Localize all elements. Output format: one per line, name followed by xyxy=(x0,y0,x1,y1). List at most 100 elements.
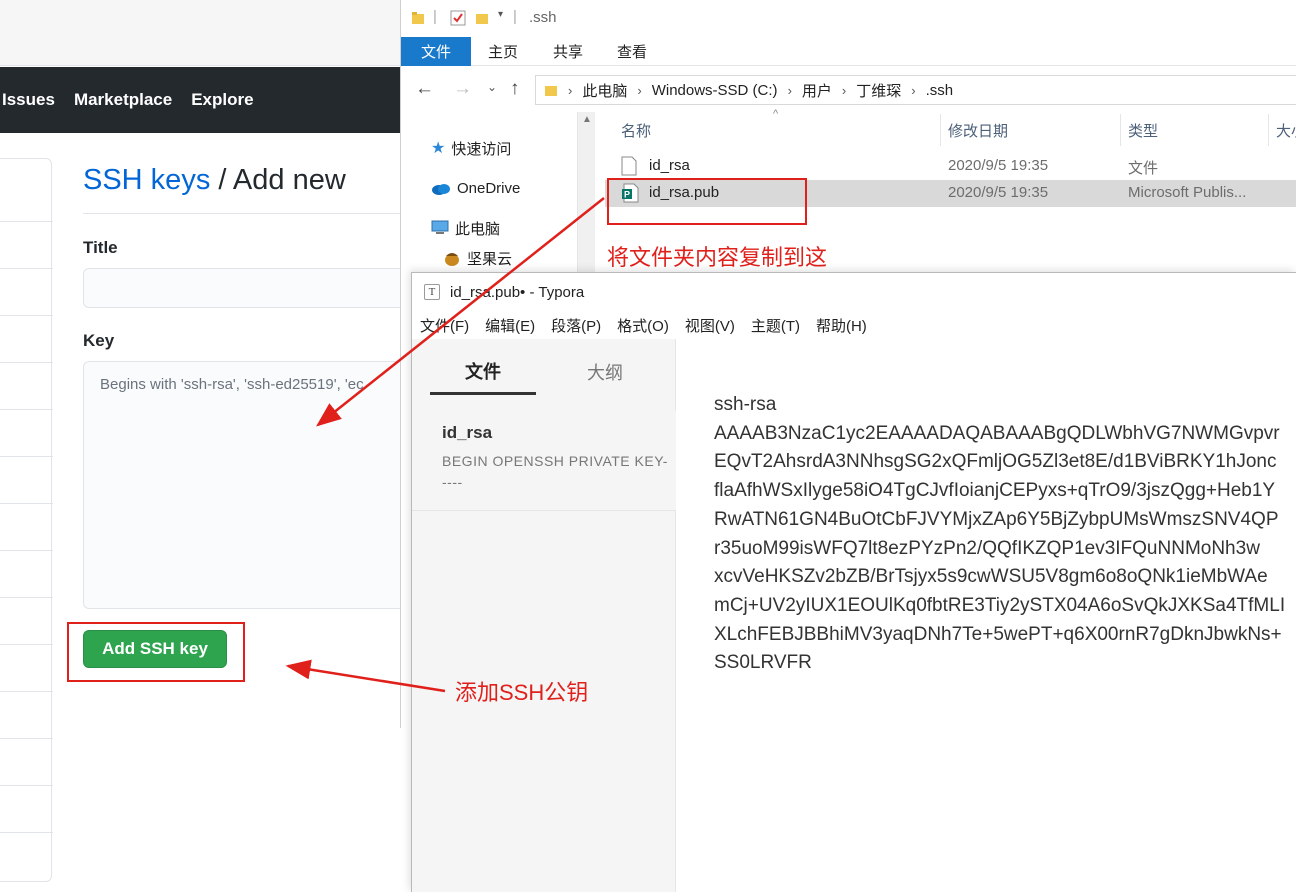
toolbar-divider: | xyxy=(513,8,517,25)
page-title: SSH keys / Add new xyxy=(83,164,346,197)
column-divider[interactable] xyxy=(1268,114,1269,146)
typora-menubar: 文件(F) 编辑(E) 段落(P) 格式(O) 视图(V) 主题(T) 帮助(H… xyxy=(412,311,1296,339)
sidebar-row[interactable] xyxy=(0,221,53,222)
typora-window: T id_rsa.pub• - Typora 文件(F) 编辑(E) 段落(P)… xyxy=(411,272,1296,892)
sidebar-file-preview: BEGIN OPENSSH PRIVATE KEY----- xyxy=(442,453,668,490)
menu-view[interactable]: 视图(V) xyxy=(685,315,735,336)
customize-dropdown-icon[interactable]: ▾ xyxy=(498,9,503,20)
file-type: Microsoft Publis... xyxy=(1128,184,1247,201)
menu-file[interactable]: 文件(F) xyxy=(420,315,469,336)
editor-content[interactable]: ssh-rsa AAAAB3NzaC1yc2EAAAADAQABAAABgQDL… xyxy=(714,391,1296,678)
menu-edit[interactable]: 编辑(E) xyxy=(485,315,535,336)
menu-help[interactable]: 帮助(H) xyxy=(816,315,867,336)
column-header-date[interactable]: 修改日期 xyxy=(948,120,1008,141)
nav-item-label: 坚果云 xyxy=(467,250,513,268)
folder-icon xyxy=(545,86,557,96)
address-bar[interactable]: › 此电脑 › Windows-SSD (C:) › 用户 › 丁维琛 › .s… xyxy=(535,75,1296,105)
title-separator: / xyxy=(210,164,233,196)
column-divider[interactable] xyxy=(940,114,941,146)
properties-icon[interactable] xyxy=(450,10,466,26)
chevron-right-icon[interactable]: › xyxy=(568,83,572,98)
key-placeholder: Begins with 'ssh-rsa', 'ssh-ed25519', 'e… xyxy=(100,376,364,393)
content-line: r35uoM99isWFQ7lt8ezPYzPn2/QQfIKZQP1ev3IF… xyxy=(714,537,1260,559)
sidebar-row[interactable] xyxy=(0,503,53,504)
sidebar-row[interactable] xyxy=(0,691,53,692)
menu-format[interactable]: 格式(O) xyxy=(617,315,669,336)
quick-access-toolbar: | ▾ | .ssh xyxy=(401,0,1296,37)
column-header-name[interactable]: 名称 xyxy=(621,120,651,141)
file-name: id_rsa xyxy=(649,157,690,174)
content-line: XLchFEBJBBhiMV3yaqDNh7Te+5wePT+q6X00rnR7… xyxy=(714,623,1282,645)
chevron-right-icon[interactable]: › xyxy=(788,83,792,98)
window-title-path: .ssh xyxy=(529,9,557,26)
sidebar-row[interactable] xyxy=(0,268,53,269)
typora-logo-icon: T xyxy=(424,284,440,300)
nav-quick-access[interactable]: ★ 快速访问 xyxy=(431,136,511,160)
sidebar-row[interactable] xyxy=(0,409,53,410)
new-folder-icon[interactable] xyxy=(475,11,489,25)
title-field-label: Title xyxy=(83,238,118,257)
nav-item-label: OneDrive xyxy=(457,179,521,197)
computer-icon xyxy=(431,220,449,234)
nav-issues-link[interactable]: Issues xyxy=(2,90,55,110)
browser-toolbar-strip xyxy=(0,0,400,66)
sidebar-row[interactable] xyxy=(0,362,53,363)
chevron-right-icon[interactable]: › xyxy=(637,83,641,98)
breadcrumb-this-pc[interactable]: 此电脑 xyxy=(582,80,627,101)
add-key-annotation: 添加SSH公钥 xyxy=(455,680,589,705)
sidebar-row[interactable] xyxy=(0,738,53,739)
sidebar-row[interactable] xyxy=(0,785,53,786)
menu-paragraph[interactable]: 段落(P) xyxy=(551,315,601,336)
up-icon[interactable]: ↑ xyxy=(510,78,520,100)
title-input[interactable] xyxy=(83,268,400,308)
folder-icon[interactable] xyxy=(411,11,425,25)
sidebar-row[interactable] xyxy=(0,456,53,457)
sidebar-tab-files[interactable]: 文件 xyxy=(430,349,536,395)
ssh-keys-breadcrumb-link[interactable]: SSH keys xyxy=(83,164,210,196)
content-line: mCj+UV2yIUX1EOUlKq0fbtRE3Tiy2ySTX04A6oSv… xyxy=(714,594,1286,616)
content-line: RwATN61GN4BuOtCbFJVYMjxZAp6Y5BjZybpUMsWm… xyxy=(714,508,1279,530)
breadcrumb-user[interactable]: 丁维琛 xyxy=(856,80,901,101)
ribbon-tab-share[interactable]: 共享 xyxy=(553,37,583,66)
sidebar-row[interactable] xyxy=(0,597,53,598)
sidebar-row[interactable] xyxy=(0,644,53,645)
breadcrumb-drive[interactable]: Windows-SSD (C:) xyxy=(652,82,778,99)
chevron-right-icon[interactable]: › xyxy=(842,83,846,98)
key-textarea[interactable]: Begins with 'ssh-rsa', 'ssh-ed25519', 'e… xyxy=(83,361,400,609)
file-row-id-rsa[interactable]: id_rsa 2020/9/5 19:35 文件 xyxy=(605,153,1296,180)
sidebar-row[interactable] xyxy=(0,550,53,551)
ribbon-tab-file[interactable]: 文件 xyxy=(401,37,471,66)
scroll-up-icon[interactable]: ▲ xyxy=(582,114,592,125)
recent-locations-icon[interactable]: ⌄ xyxy=(487,80,497,94)
breadcrumb-users[interactable]: 用户 xyxy=(802,80,832,101)
github-page: Issues Marketplace Explore SSH keys / Ad… xyxy=(0,0,400,892)
menu-theme[interactable]: 主题(T) xyxy=(751,315,800,336)
sidebar-file-item[interactable]: id_rsa BEGIN OPENSSH PRIVATE KEY----- xyxy=(412,411,676,511)
nav-onedrive[interactable]: OneDrive xyxy=(431,176,520,200)
ribbon-tabs: 文件 主页 共享 查看 xyxy=(401,37,1296,66)
typora-titlebar: T id_rsa.pub• - Typora xyxy=(412,273,1296,311)
nav-marketplace-link[interactable]: Marketplace xyxy=(74,90,172,110)
column-header-type[interactable]: 类型 xyxy=(1128,120,1158,141)
nav-item-label: 此电脑 xyxy=(455,220,501,238)
column-divider[interactable] xyxy=(1120,114,1121,146)
sidebar-row[interactable] xyxy=(0,832,53,833)
title-divider xyxy=(83,213,400,214)
column-header-size[interactable]: 大小 xyxy=(1276,120,1296,141)
ribbon-tab-view[interactable]: 查看 xyxy=(617,37,647,66)
nav-item-label: 快速访问 xyxy=(451,140,512,158)
sidebar-row[interactable] xyxy=(0,315,53,316)
nav-jianguoyun[interactable]: 坚果云 xyxy=(443,246,512,270)
settings-sidebar xyxy=(0,158,53,882)
nav-explore-link[interactable]: Explore xyxy=(191,90,253,110)
address-row: ← → ⌄ ↑ › 此电脑 › Windows-SSD (C:) › 用户 › … xyxy=(401,70,1296,110)
back-icon[interactable]: ← xyxy=(415,78,434,100)
sidebar-tab-outline[interactable]: 大纲 xyxy=(552,349,658,395)
breadcrumb-ssh[interactable]: .ssh xyxy=(926,82,954,99)
github-header-nav: Issues Marketplace Explore xyxy=(0,67,400,133)
forward-icon[interactable]: → xyxy=(453,78,472,100)
star-icon: ★ xyxy=(431,140,446,157)
ribbon-tab-home[interactable]: 主页 xyxy=(488,37,518,66)
chevron-right-icon[interactable]: › xyxy=(911,83,915,98)
nav-this-pc[interactable]: 此电脑 xyxy=(431,216,500,240)
